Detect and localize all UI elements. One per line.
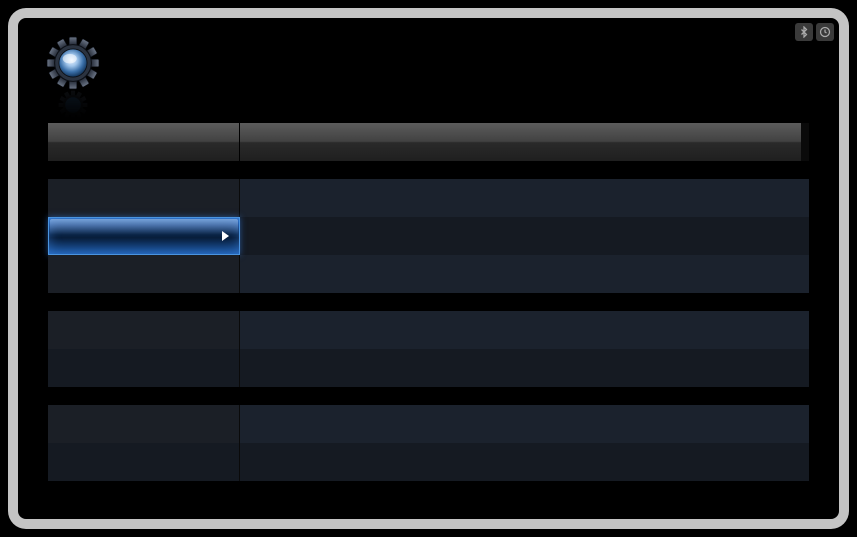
table-header-right — [240, 123, 801, 161]
app-viewport — [18, 18, 839, 519]
table-row[interactable] — [48, 443, 809, 481]
row-label[interactable] — [48, 349, 240, 387]
settings-table — [48, 123, 809, 519]
row-label-selected[interactable] — [48, 217, 240, 255]
row-value[interactable] — [240, 311, 809, 349]
bluetooth-icon[interactable] — [795, 23, 813, 41]
row-value[interactable] — [240, 255, 809, 293]
app-logo — [46, 36, 100, 90]
status-toolbar — [795, 23, 834, 41]
table-row[interactable] — [48, 255, 809, 293]
app-logo-reflection — [46, 90, 100, 120]
table-row[interactable] — [48, 179, 809, 217]
row-label[interactable] — [48, 311, 240, 349]
table-row[interactable] — [48, 349, 809, 387]
row-value[interactable] — [240, 349, 809, 387]
spacer — [48, 293, 809, 311]
chevron-right-icon — [222, 231, 229, 241]
table-row[interactable] — [48, 405, 809, 443]
clock-icon[interactable] — [816, 23, 834, 41]
scrollbar-track[interactable] — [801, 123, 809, 161]
row-value[interactable] — [240, 405, 809, 443]
window-frame — [8, 8, 849, 529]
row-label[interactable] — [48, 405, 240, 443]
table-header — [48, 123, 809, 161]
row-value[interactable] — [240, 443, 809, 481]
row-label[interactable] — [48, 443, 240, 481]
row-value[interactable] — [240, 217, 809, 255]
table-row[interactable] — [48, 217, 809, 255]
spacer — [48, 161, 809, 179]
spacer — [48, 387, 809, 405]
row-value[interactable] — [240, 179, 809, 217]
row-label[interactable] — [48, 179, 240, 217]
row-label[interactable] — [48, 255, 240, 293]
table-header-left — [48, 123, 240, 161]
table-row[interactable] — [48, 311, 809, 349]
